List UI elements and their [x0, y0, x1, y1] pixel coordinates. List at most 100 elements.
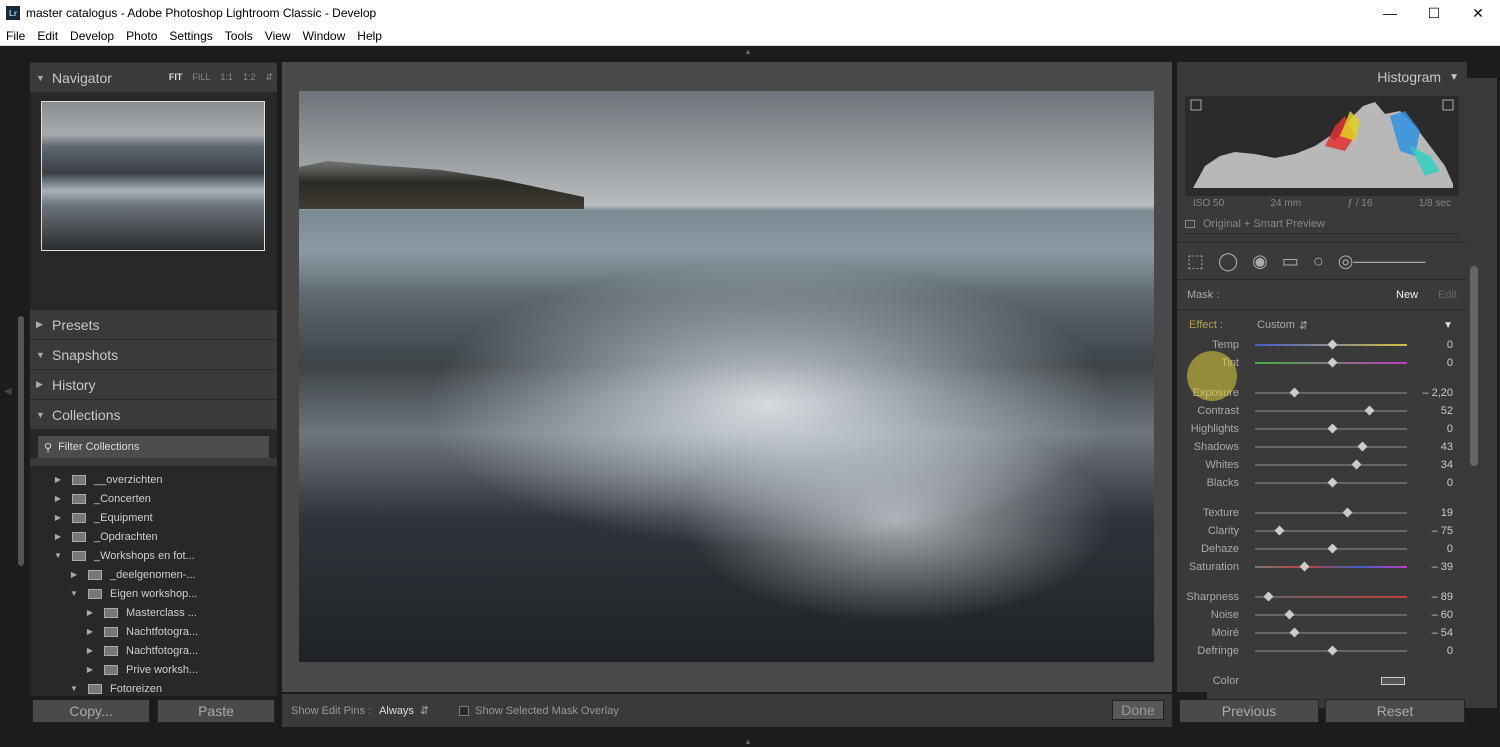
expand-triangle-icon[interactable]: ▶ — [84, 646, 96, 655]
snapshots-header[interactable]: ▼ Snapshots + — [30, 78, 1497, 708]
menu-file[interactable]: File — [0, 29, 31, 43]
slider-knob[interactable] — [1342, 507, 1353, 518]
slider-knob[interactable] — [1327, 477, 1338, 488]
filmstrip-toggle-icon[interactable]: ▲ — [742, 738, 754, 746]
slider-knob[interactable] — [1274, 525, 1285, 536]
menu-edit[interactable]: Edit — [31, 29, 64, 43]
menu-view[interactable]: View — [259, 29, 297, 43]
zoom-fill[interactable]: FILL — [192, 72, 210, 83]
mask-edit-button[interactable]: Edit — [1438, 289, 1457, 301]
slider-value[interactable]: 52 — [1441, 405, 1453, 417]
slider-knob[interactable] — [1357, 441, 1368, 452]
slider-value[interactable]: 43 — [1441, 441, 1453, 453]
collapse-triangle-icon[interactable]: ▼ — [68, 589, 80, 598]
slider-knob[interactable] — [1327, 357, 1338, 368]
red-eye-icon[interactable]: ◉ — [1252, 251, 1268, 272]
history-header[interactable]: ▶ History ✕ — [30, 78, 1497, 708]
expand-triangle-icon[interactable]: ▶ — [52, 475, 64, 484]
left-panel-toggle-icon[interactable]: ◀ — [4, 386, 12, 397]
effect-preset-select[interactable]: Custom — [1257, 319, 1295, 331]
menu-window[interactable]: Window — [297, 29, 352, 43]
slider-value[interactable]: 0 — [1447, 423, 1453, 435]
slider-track[interactable] — [1255, 357, 1407, 368]
expand-triangle-icon[interactable]: ▶ — [52, 513, 64, 522]
slider-track[interactable] — [1255, 441, 1407, 452]
collapse-triangle-icon[interactable]: ▼ — [68, 684, 80, 693]
slider-knob[interactable] — [1351, 459, 1362, 470]
slider-knob[interactable] — [1327, 543, 1338, 554]
minimize-icon[interactable]: — — [1368, 0, 1412, 26]
expand-triangle-icon[interactable]: ▶ — [84, 665, 96, 674]
collection-item[interactable]: ▶ Masterclass ... — [30, 603, 277, 622]
reset-button[interactable]: Reset — [1325, 699, 1465, 723]
collection-item[interactable]: ▶ Nachtfotogra... — [30, 641, 277, 660]
navigator-thumbnail[interactable] — [41, 101, 265, 251]
zoom-1-2[interactable]: 1:2 — [243, 72, 256, 83]
expand-triangle-icon[interactable]: ▶ — [52, 494, 64, 503]
maximize-icon[interactable]: ☐ — [1412, 0, 1456, 26]
slider-track[interactable] — [1255, 477, 1407, 488]
slider-track[interactable] — [1255, 543, 1407, 554]
slider-value[interactable]: 34 — [1441, 459, 1453, 471]
preview-status[interactable]: Original + Smart Preview — [1185, 214, 1459, 234]
copy-button[interactable]: Copy... — [32, 699, 150, 723]
paste-button[interactable]: Paste — [157, 699, 275, 723]
slider-track[interactable] — [1255, 423, 1407, 434]
slider-knob[interactable] — [1289, 387, 1299, 398]
collection-item[interactable]: ▶ _Opdrachten — [30, 527, 277, 546]
slider-value[interactable]: 0 — [1447, 477, 1453, 489]
previous-button[interactable]: Previous — [1179, 699, 1319, 723]
slider-track[interactable] — [1255, 387, 1407, 398]
slider-knob[interactable] — [1327, 423, 1338, 434]
slider-track[interactable] — [1255, 405, 1407, 416]
slider-value[interactable]: – 2,20 — [1422, 387, 1453, 399]
done-button[interactable]: Done — [1112, 700, 1164, 720]
collection-item[interactable]: ▶ _deelgenomen-... — [30, 565, 277, 584]
collection-item[interactable]: ▶ Prive worksh... — [30, 660, 277, 679]
collapse-triangle-icon[interactable]: ▼ — [52, 551, 64, 560]
mask-overlay-checkbox[interactable] — [459, 705, 470, 716]
slider-track[interactable] — [1255, 339, 1407, 350]
photo-preview[interactable] — [299, 91, 1154, 662]
slider-track[interactable] — [1255, 525, 1407, 536]
collection-item[interactable]: ▶ __overzichten — [30, 470, 277, 489]
graduated-filter-icon[interactable]: ▭ — [1282, 251, 1299, 272]
stepper-icon[interactable]: ⇵ — [420, 704, 429, 717]
slider-track[interactable] — [1255, 561, 1407, 572]
slider-track[interactable] — [1255, 591, 1407, 602]
expand-triangle-icon[interactable]: ▶ — [84, 608, 96, 617]
color-swatch[interactable] — [1381, 677, 1405, 685]
slider-knob[interactable] — [1263, 591, 1274, 602]
collection-item[interactable]: ▼ Eigen workshop... — [30, 584, 277, 603]
collection-item[interactable]: ▼ Fotoreizen — [30, 679, 277, 696]
slider-knob[interactable] — [1364, 405, 1375, 416]
slider-knob[interactable] — [1289, 627, 1299, 638]
expand-triangle-icon[interactable]: ▶ — [52, 532, 64, 541]
slider-knob[interactable] — [1327, 645, 1338, 656]
slider-knob[interactable] — [1284, 609, 1295, 620]
slider-track[interactable] — [1255, 609, 1407, 620]
histogram-header[interactable]: Histogram ▼ — [1177, 62, 1467, 92]
slider-value[interactable]: 19 — [1441, 507, 1453, 519]
slider-value[interactable]: 0 — [1447, 543, 1453, 555]
collection-item[interactable]: ▶ _Concerten — [30, 489, 277, 508]
top-panel-toggle-icon[interactable]: ▲ — [742, 48, 754, 56]
radial-filter-icon[interactable]: ○ — [1313, 251, 1324, 272]
collection-item[interactable]: ▶ Nachtfotogra... — [30, 622, 277, 641]
slider-track[interactable] — [1255, 627, 1407, 638]
zoom-1-1[interactable]: 1:1 — [220, 72, 233, 83]
stepper-icon[interactable]: ⇵ — [1299, 319, 1308, 332]
histogram-graph[interactable] — [1185, 96, 1459, 196]
spot-removal-icon[interactable]: ◯ — [1218, 251, 1238, 272]
collection-item[interactable]: ▼ _Workshops en fot... — [30, 546, 277, 565]
edit-pins-select[interactable]: Always — [379, 705, 414, 717]
menu-photo[interactable]: Photo — [120, 29, 163, 43]
left-scrollbar[interactable] — [18, 316, 24, 566]
slider-knob[interactable] — [1299, 561, 1310, 572]
adjustment-brush-icon[interactable]: ◎———— — [1338, 251, 1426, 272]
menu-tools[interactable]: Tools — [219, 29, 259, 43]
expand-triangle-icon[interactable]: ▶ — [68, 570, 80, 579]
mask-new-button[interactable]: New — [1396, 289, 1418, 301]
filter-collections-input[interactable]: ⚲ Filter Collections — [38, 436, 269, 458]
presets-header[interactable]: ▶ Presets + — [30, 78, 1497, 708]
